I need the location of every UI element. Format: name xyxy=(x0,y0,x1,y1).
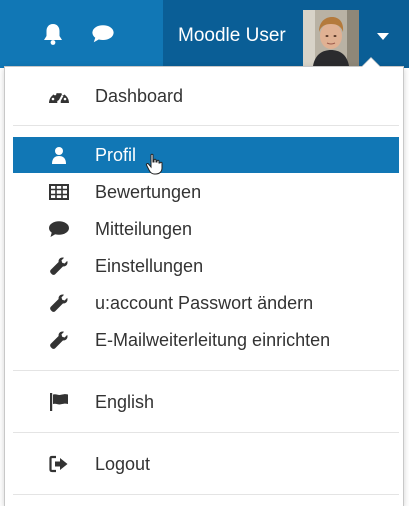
bell-icon[interactable] xyxy=(41,22,65,46)
menu-item-label: Mitteilungen xyxy=(95,219,193,239)
menu-item-label: Profil xyxy=(95,145,137,165)
menu-item-label: Dashboard xyxy=(95,86,184,106)
user-icon xyxy=(48,145,70,165)
menu-divider xyxy=(13,370,399,371)
dropdown-pointer xyxy=(362,58,380,67)
user-name: Moodle User xyxy=(178,25,286,46)
menu-item-profil[interactable]: Profil xyxy=(13,137,399,175)
menu-divider xyxy=(13,125,399,126)
flag-icon xyxy=(48,392,70,412)
menu-item-emailweiterleitung[interactable]: E-Mailweiterleitung einrichten xyxy=(13,322,399,358)
wrench-icon xyxy=(48,293,70,313)
menu-divider xyxy=(13,494,399,495)
menu-divider xyxy=(13,432,399,433)
menu-item-label: Bewertungen xyxy=(95,182,202,202)
menu-item-label: Einstellungen xyxy=(95,256,204,276)
speech-bubble-icon xyxy=(48,219,70,239)
top-navbar: Moodle User xyxy=(0,0,409,68)
wrench-icon xyxy=(48,330,70,350)
menu-item-mitteilungen[interactable]: Mitteilungen xyxy=(13,211,399,247)
menu-item-logout[interactable]: Logout xyxy=(13,446,399,482)
menu-item-label: Logout xyxy=(95,454,151,474)
menu-item-english[interactable]: English xyxy=(13,384,399,420)
dashboard-gauge-icon xyxy=(48,86,70,106)
menu-item-label: English xyxy=(95,392,155,412)
wrench-icon xyxy=(48,256,70,276)
sign-out-icon xyxy=(48,454,70,474)
caret-down-icon[interactable] xyxy=(377,33,389,40)
menu-item-label: E-Mailweiterleitung einrichten xyxy=(95,330,331,350)
menu-item-einstellungen[interactable]: Einstellungen xyxy=(13,248,399,284)
menu-item-label: u:account Passwort ändern xyxy=(95,293,314,313)
table-grid-icon xyxy=(48,182,70,202)
menu-item-uaccount-passwort[interactable]: u:account Passwort ändern xyxy=(13,285,399,321)
speech-bubble-icon[interactable] xyxy=(91,22,115,46)
menu-item-dashboard[interactable]: Dashboard xyxy=(13,78,399,114)
avatar xyxy=(303,10,359,66)
menu-item-bewertungen[interactable]: Bewertungen xyxy=(13,174,399,210)
